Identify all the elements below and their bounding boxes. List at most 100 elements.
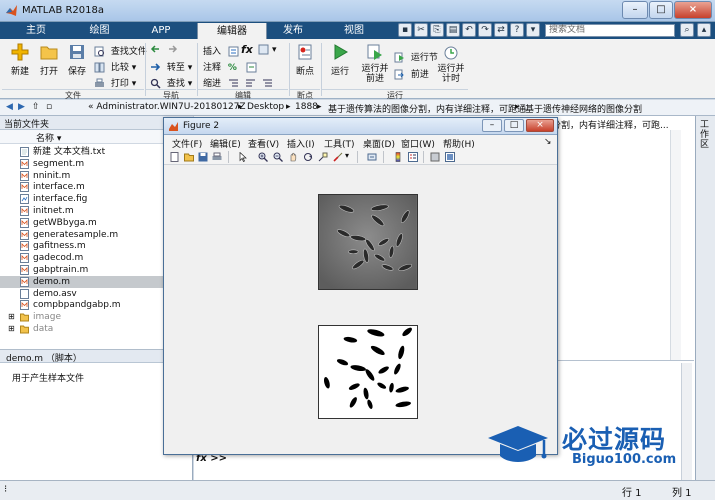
insert-misc-dropdown-icon[interactable]: ▾ [272,45,277,55]
insert-misc-button[interactable]: ▾ [258,44,277,55]
print-dropdown-icon[interactable]: ▾ [129,79,137,89]
save-quick-icon[interactable]: ▪ [398,23,412,37]
tab-view[interactable]: 视图 [325,22,383,39]
close-button[interactable]: × [674,1,712,19]
tab-editor[interactable]: 编辑器 [197,23,267,39]
filter-icon[interactable]: ▾ [526,23,540,37]
path-segment-1888[interactable]: 1888 [295,102,318,112]
search-icon[interactable]: ⌕ [680,23,694,37]
address-bar[interactable]: ◀ ▶ ⇧ ▫ « Administrator.WIN7U-20180127Z … [0,100,715,213]
editor-scrollbar[interactable] [670,130,681,360]
find-dropdown-icon[interactable]: ▾ [185,79,193,89]
insert-legend-icon[interactable] [408,152,418,162]
new-figure-icon[interactable] [170,152,180,162]
tab-home[interactable]: 主页 [0,22,72,39]
link-plot-icon[interactable] [367,152,377,162]
edit-plot-arrow-icon[interactable] [238,152,248,162]
redo-icon[interactable]: ↷ [478,23,492,37]
figure-window[interactable]: Figure 2 – □ × 文件(F) 编辑(E) 查看(V) 插入(I) 工… [163,117,558,455]
copy-icon[interactable]: ⎘ [430,23,444,37]
goto-button[interactable]: 转至 ▾ [150,60,192,73]
tab-apps[interactable]: APP [127,22,195,39]
file-group-label: 文件 [2,89,144,100]
find-files-button[interactable]: 查找文件 [94,44,147,57]
toolbar-separator [228,151,229,163]
print-button[interactable]: 打印 ▾ [94,76,136,89]
compare-dropdown-icon[interactable]: ▾ [129,63,137,73]
address-back-icon[interactable]: ◀ [6,102,13,112]
minimize-button[interactable]: – [622,1,648,19]
hide-plot-tools-icon[interactable] [430,152,440,162]
breakpoints-label: 断点 [295,67,314,77]
compare-button[interactable]: 比较 ▾ [94,60,136,73]
figure-maximize-button[interactable]: □ [504,119,524,132]
undo-icon[interactable]: ↶ [462,23,476,37]
cut-icon[interactable]: ✂ [414,23,428,37]
switch-windows-icon[interactable]: ⇄ [494,23,508,37]
open-file-icon[interactable] [184,152,194,162]
data-cursor-icon[interactable] [318,152,328,162]
comment-label: 注释 [203,63,222,73]
rotate-3d-icon[interactable] [303,152,313,162]
figure-titlebar[interactable]: Figure 2 – □ × [164,118,557,135]
insert-function-button[interactable]: fx [241,43,253,56]
new-button[interactable]: 新建 [6,43,34,77]
original-image[interactable] [318,194,418,290]
m-file-icon [20,300,29,311]
zoom-in-icon[interactable] [258,152,268,162]
brush-icon[interactable] [333,152,343,162]
nav-back-button[interactable] [150,44,181,55]
paste-icon[interactable]: ▤ [446,23,460,37]
print-figure-icon[interactable] [212,152,222,162]
save-figure-icon[interactable] [198,152,208,162]
help-icon[interactable]: ? [510,23,524,37]
save-button[interactable]: 保存 [64,43,90,77]
figure-minimize-button[interactable]: – [482,119,502,132]
run-section-button[interactable]: 运行节 [394,50,438,63]
find-button[interactable]: 查找 ▾ [150,76,192,89]
run-advance-icon [367,44,382,60]
indent-button[interactable]: 缩进 [203,76,276,89]
figure-menubar: 文件(F) 编辑(E) 查看(V) 插入(I) 工具(T) 桌面(D) 窗口(W… [164,135,557,150]
insert-colorbar-icon[interactable] [393,152,403,162]
goto-dropdown-icon[interactable]: ▾ [185,63,193,73]
search-documentation-input[interactable]: 搜索文档 [545,24,675,37]
figure-menu-dock-icon[interactable]: ↘ [544,137,552,147]
file-name: interface.fig [33,194,88,205]
workspace-sidebar[interactable]: 工作区 [695,116,715,488]
path-segment-desktop[interactable]: Desktop [247,102,284,112]
find-files-icon [94,46,104,57]
maximize-button[interactable]: □ [649,1,673,19]
open-button[interactable]: 打开 [36,43,62,77]
breakpoints-button[interactable]: 断点 [292,43,318,77]
run-section-icon [394,52,404,63]
tab-publish[interactable]: 发布 [268,22,318,39]
path-segment-user[interactable]: « Administrator.WIN7U-20180127Z [88,102,246,112]
comment-button[interactable]: 注释 % [203,60,260,73]
pan-hand-icon[interactable] [288,152,298,162]
run-and-time-button[interactable]: 运行并计时 [436,43,466,84]
run-button[interactable]: 运行 [326,43,354,77]
collapse-ribbon-icon[interactable]: ▴ [697,23,711,37]
zoom-out-icon[interactable] [273,152,283,162]
address-up-icon[interactable]: ⇧ [32,102,40,112]
save-label: 保存 [67,67,86,77]
brush-dropdown-icon[interactable]: ▾ [345,151,349,160]
advance-button[interactable]: 前进 [394,67,429,80]
figure-close-button[interactable]: × [526,119,554,132]
tab-plots[interactable]: 绘图 [72,22,127,39]
expand-icon[interactable]: ⊞ [8,323,15,335]
toolbar-separator [383,151,384,163]
command-scrollbar[interactable] [681,363,692,488]
show-plot-tools-icon[interactable] [445,152,455,162]
run-and-advance-button[interactable]: 运行并前进 [358,43,392,84]
address-browse-icon[interactable]: ▫ [46,102,52,112]
address-forward-icon[interactable]: ▶ [18,102,25,112]
insert-button[interactable]: 插入 [203,44,242,57]
expand-icon[interactable]: ⊞ [8,311,15,323]
path-segment-ga-folder[interactable]: 基于遗传算法的图像分割，内有详细注释，可跑通 [328,102,526,115]
segmented-image[interactable] [318,325,418,419]
new-label: 新建 [10,67,29,77]
matlab-logo-icon [6,5,17,16]
path-segment-gann-folder[interactable]: 基于遗传神经网络的图像分割 [525,102,642,115]
